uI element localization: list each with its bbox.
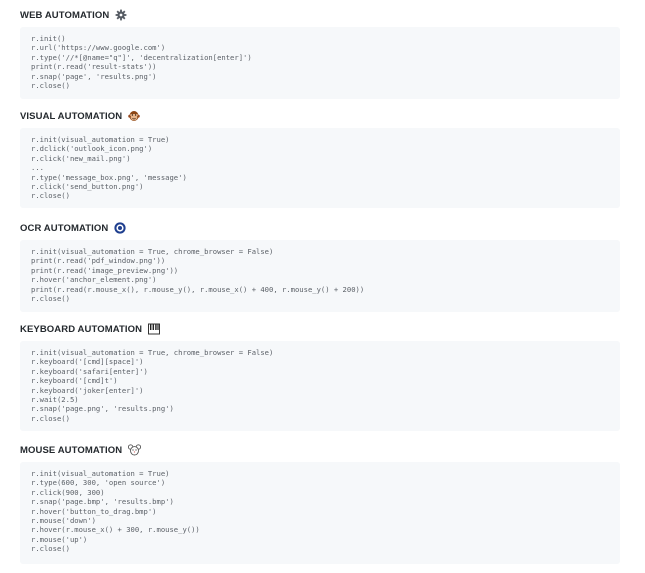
- code-block: r.init(visual_automation = True) r.type(…: [20, 462, 620, 564]
- code-line: r.dclick('outlook_icon.png'): [31, 144, 153, 154]
- code-line: r.type(600, 300, 'open source'): [31, 478, 166, 488]
- code-line: r.init(visual_automation = True, chrome_…: [31, 247, 274, 256]
- code-line: r.keyboard('[cmd]t'): [31, 376, 118, 386]
- monkey-face-icon: [128, 110, 140, 122]
- section-title: OCR AUTOMATION: [20, 222, 109, 234]
- code-line: ...: [31, 163, 44, 173]
- code-line: r.init(visual_automation = True): [31, 469, 170, 478]
- code-line: print(r.read('pdf_window.png')): [31, 256, 166, 266]
- gear-icon: [115, 9, 127, 21]
- code-line: r.snap('page', 'results.png'): [31, 71, 157, 81]
- section-title: MOUSE AUTOMATION: [20, 444, 123, 456]
- section-heading: KEYBOARD AUTOMATION: [20, 322, 161, 336]
- code-block: r.init(visual_automation = True, chrome_…: [20, 341, 620, 431]
- section-heading: WEB AUTOMATION: [20, 8, 127, 22]
- code-line: r.hover(r.mouse_x() + 300, r.mouse_y()): [31, 525, 200, 535]
- code-line: r.type('//*[@name="q"]', 'decentralizati…: [31, 52, 252, 62]
- code-line: r.click('send_button.png'): [31, 181, 144, 191]
- section-heading: VISUAL AUTOMATION: [20, 109, 140, 123]
- code-block: r.init(visual_automation = True, chrome_…: [20, 240, 620, 312]
- code-line: r.click(900, 300): [31, 487, 105, 497]
- code-line: r.close(): [31, 413, 70, 423]
- code-line: r.snap('page.png', 'results.png'): [31, 404, 174, 414]
- target-eye-icon: [114, 222, 126, 234]
- code-line: r.hover('button_to_drag.bmp'): [31, 506, 157, 516]
- code-line: print(r.read('result-stats')): [31, 62, 157, 72]
- code-line: r.snap('page.bmp', 'results.bmp'): [31, 497, 174, 507]
- code-block: r.init() r.url('https://www.google.com')…: [20, 27, 620, 99]
- code-line: r.keyboard('safari[enter]'): [31, 366, 148, 376]
- code-line: r.url('https://www.google.com'): [31, 43, 166, 53]
- section-title: WEB AUTOMATION: [20, 9, 110, 21]
- code-line: r.close(): [31, 80, 70, 90]
- code-line: r.close(): [31, 293, 70, 303]
- code-line: r.wait(2.5): [31, 394, 79, 404]
- code-line: r.hover('anchor_element.png'): [31, 275, 157, 285]
- code-block: r.init(visual_automation = True) r.dclic…: [20, 128, 620, 208]
- code-line: r.close(): [31, 544, 70, 554]
- code-line: r.mouse('up'): [31, 534, 88, 544]
- section-heading: OCR AUTOMATION: [20, 221, 126, 235]
- code-line: print(r.read('image_preview.png')): [31, 265, 179, 275]
- code-line: r.init(visual_automation = True): [31, 135, 170, 144]
- section-title: VISUAL AUTOMATION: [20, 110, 123, 122]
- code-line: r.click('new_mail.png'): [31, 153, 131, 163]
- code-line: r.close(): [31, 191, 70, 201]
- code-line: r.type('message_box.png', 'message'): [31, 172, 187, 182]
- code-line: r.init(visual_automation = True, chrome_…: [31, 348, 274, 357]
- code-line: print(r.read(r.mouse_x(), r.mouse_y(), r…: [31, 284, 365, 294]
- section-title: KEYBOARD AUTOMATION: [20, 323, 143, 335]
- keyboard-icon: [148, 323, 161, 335]
- code-line: r.keyboard('[cmd][space]'): [31, 357, 144, 367]
- mouse-icon: [128, 444, 142, 456]
- code-line: r.mouse('down'): [31, 515, 96, 525]
- code-line: r.keyboard('joker[enter]'): [31, 385, 144, 395]
- code-line: r.init(): [31, 34, 66, 43]
- section-heading: MOUSE AUTOMATION: [20, 443, 142, 457]
